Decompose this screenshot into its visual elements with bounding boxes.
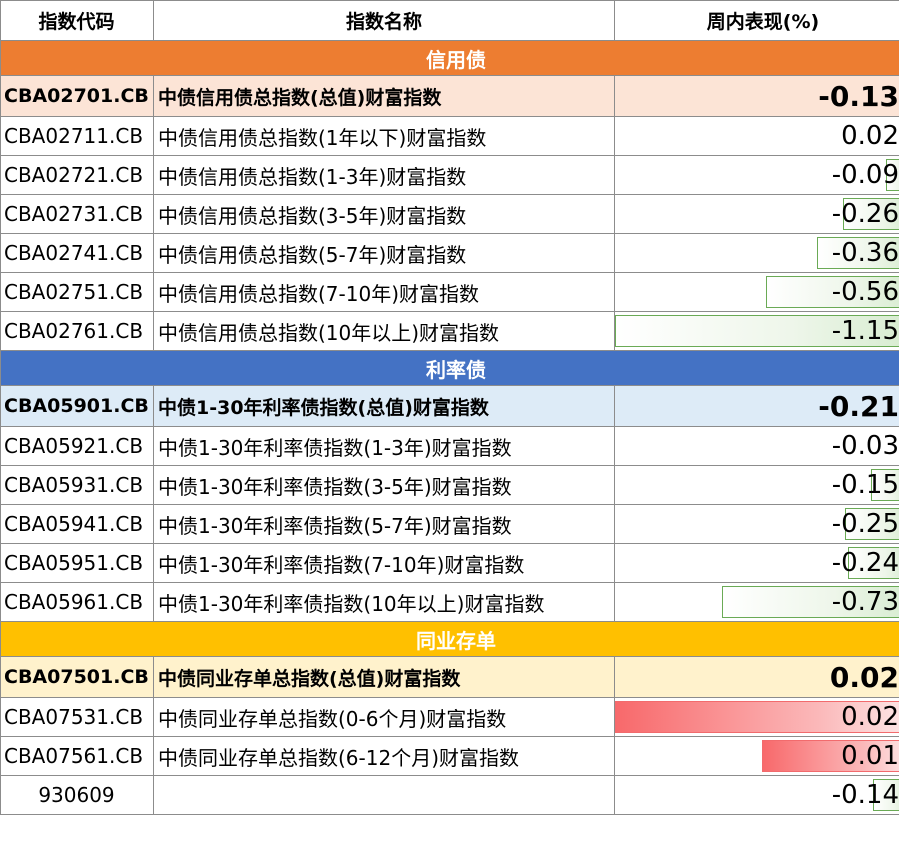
performance-value: 0.01 — [841, 741, 899, 771]
index-name: 中债信用债总指数(10年以上)财富指数 — [153, 311, 615, 351]
section-title: 信用债 — [0, 40, 899, 76]
index-name: 中债信用债总指数(1年以下)财富指数 — [153, 116, 615, 156]
performance-cell: -0.15 — [614, 465, 899, 505]
performance-value: -0.14 — [831, 780, 899, 810]
index-code: CBA02721.CB — [0, 155, 154, 195]
index-code: CBA02701.CB — [0, 75, 154, 117]
index-name: 中债1-30年利率债指数(1-3年)财富指数 — [153, 426, 615, 466]
table-row[interactable]: CBA05921.CB 中债1-30年利率债指数(1-3年)财富指数 -0.03 — [0, 426, 899, 466]
index-code: CBA02741.CB — [0, 233, 154, 273]
performance-cell: 0.02 — [614, 697, 899, 737]
table-row[interactable]: CBA05961.CB 中债1-30年利率债指数(10年以上)财富指数 -0.7… — [0, 582, 899, 622]
table-row[interactable]: CBA05941.CB 中债1-30年利率债指数(5-7年)财富指数 -0.25 — [0, 504, 899, 544]
performance-value: -0.26 — [831, 199, 899, 229]
section-header-credit: 信用债 — [0, 40, 899, 76]
table-row[interactable]: CBA07531.CB 中债同业存单总指数(0-6个月)财富指数 0.02 — [0, 697, 899, 737]
table-row[interactable]: CBA02751.CB 中债信用债总指数(7-10年)财富指数 -0.56 — [0, 272, 899, 312]
index-code: CBA07561.CB — [0, 736, 154, 776]
section-title: 同业存单 — [0, 621, 899, 657]
index-code: CBA05931.CB — [0, 465, 154, 505]
performance-value: -1.15 — [831, 316, 899, 346]
index-code: CBA02761.CB — [0, 311, 154, 351]
performance-value: -0.36 — [831, 238, 899, 268]
index-code: CBA05901.CB — [0, 385, 154, 427]
index-name: 中债1-30年利率债指数(3-5年)财富指数 — [153, 465, 615, 505]
index-code: CBA07531.CB — [0, 697, 154, 737]
performance-cell: 0.01 — [614, 736, 899, 776]
performance-value: 0.02 — [614, 656, 899, 698]
table-row[interactable]: CBA02761.CB 中债信用债总指数(10年以上)财富指数 -1.15 — [0, 311, 899, 351]
section-header-rate: 利率债 — [0, 350, 899, 386]
header-performance: 周内表现(%) — [614, 0, 899, 41]
index-name: 中债信用债总指数(5-7年)财富指数 — [153, 233, 615, 273]
performance-value: -0.25 — [831, 509, 899, 539]
performance-cell: -0.73 — [614, 582, 899, 622]
performance-cell: -0.25 — [614, 504, 899, 544]
index-code: 930609 — [0, 775, 154, 815]
index-code: CBA05951.CB — [0, 543, 154, 583]
table-row[interactable]: CBA02741.CB 中债信用债总指数(5-7年)财富指数 -0.36 — [0, 233, 899, 273]
performance-value: 0.02 — [841, 121, 899, 151]
performance-cell: -0.56 — [614, 272, 899, 312]
header-row: 指数代码 指数名称 周内表现(%) — [0, 0, 899, 41]
performance-value: -0.09 — [831, 160, 899, 190]
table-row[interactable]: CBA02711.CB 中债信用债总指数(1年以下)财富指数 0.02 — [0, 116, 899, 156]
index-name: 中债同业存单总指数(6-12个月)财富指数 — [153, 736, 615, 776]
index-name — [153, 775, 615, 815]
performance-cell: 0.02 — [614, 116, 899, 156]
bond-index-table: 指数代码 指数名称 周内表现(%) 信用债 CBA02701.CB 中债信用债总… — [0, 0, 899, 815]
performance-value: 0.02 — [841, 702, 899, 732]
table-row[interactable]: CBA05931.CB 中债1-30年利率债指数(3-5年)财富指数 -0.15 — [0, 465, 899, 505]
index-name: 中债1-30年利率债指数(10年以上)财富指数 — [153, 582, 615, 622]
table-row[interactable]: CBA02721.CB 中债信用债总指数(1-3年)财富指数 -0.09 — [0, 155, 899, 195]
table-row-total[interactable]: CBA05901.CB 中债1-30年利率债指数(总值)财富指数 -0.21 — [0, 385, 899, 427]
table-row-total[interactable]: CBA02701.CB 中债信用债总指数(总值)财富指数 -0.13 — [0, 75, 899, 117]
performance-cell: -0.14 — [614, 775, 899, 815]
performance-cell: -1.15 — [614, 311, 899, 351]
index-code: CBA05921.CB — [0, 426, 154, 466]
index-name: 中债同业存单总指数(总值)财富指数 — [153, 656, 615, 698]
index-code: CBA05941.CB — [0, 504, 154, 544]
index-name: 中债信用债总指数(1-3年)财富指数 — [153, 155, 615, 195]
performance-cell: -0.26 — [614, 194, 899, 234]
performance-cell: -0.09 — [614, 155, 899, 195]
table-row-total[interactable]: CBA07501.CB 中债同业存单总指数(总值)财富指数 0.02 — [0, 656, 899, 698]
index-name: 中债1-30年利率债指数(5-7年)财富指数 — [153, 504, 615, 544]
index-code: CBA02711.CB — [0, 116, 154, 156]
performance-cell: -0.24 — [614, 543, 899, 583]
section-header-ncd: 同业存单 — [0, 621, 899, 657]
table-row[interactable]: CBA02731.CB 中债信用债总指数(3-5年)财富指数 -0.26 — [0, 194, 899, 234]
index-name: 中债1-30年利率债指数(总值)财富指数 — [153, 385, 615, 427]
index-name: 中债同业存单总指数(0-6个月)财富指数 — [153, 697, 615, 737]
index-name: 中债1-30年利率债指数(7-10年)财富指数 — [153, 543, 615, 583]
index-name: 中债信用债总指数(总值)财富指数 — [153, 75, 615, 117]
index-code: CBA02751.CB — [0, 272, 154, 312]
performance-value: -0.24 — [831, 548, 899, 578]
index-name: 中债信用债总指数(7-10年)财富指数 — [153, 272, 615, 312]
table-row[interactable]: CBA05951.CB 中债1-30年利率债指数(7-10年)财富指数 -0.2… — [0, 543, 899, 583]
header-name: 指数名称 — [153, 0, 615, 41]
header-code: 指数代码 — [0, 0, 154, 41]
performance-cell: -0.03 — [614, 426, 899, 466]
table-row[interactable]: CBA07561.CB 中债同业存单总指数(6-12个月)财富指数 0.01 — [0, 736, 899, 776]
performance-value: -0.15 — [831, 470, 899, 500]
index-name: 中债信用债总指数(3-5年)财富指数 — [153, 194, 615, 234]
performance-value: -0.21 — [614, 385, 899, 427]
performance-value: -0.56 — [831, 277, 899, 307]
performance-value: -0.03 — [831, 431, 899, 461]
performance-value: -0.73 — [831, 587, 899, 617]
index-code: CBA02731.CB — [0, 194, 154, 234]
table-row-extra[interactable]: 930609 -0.14 — [0, 775, 899, 815]
index-code: CBA05961.CB — [0, 582, 154, 622]
index-code: CBA07501.CB — [0, 656, 154, 698]
performance-cell: -0.36 — [614, 233, 899, 273]
section-title: 利率债 — [0, 350, 899, 386]
performance-value: -0.13 — [614, 75, 899, 117]
